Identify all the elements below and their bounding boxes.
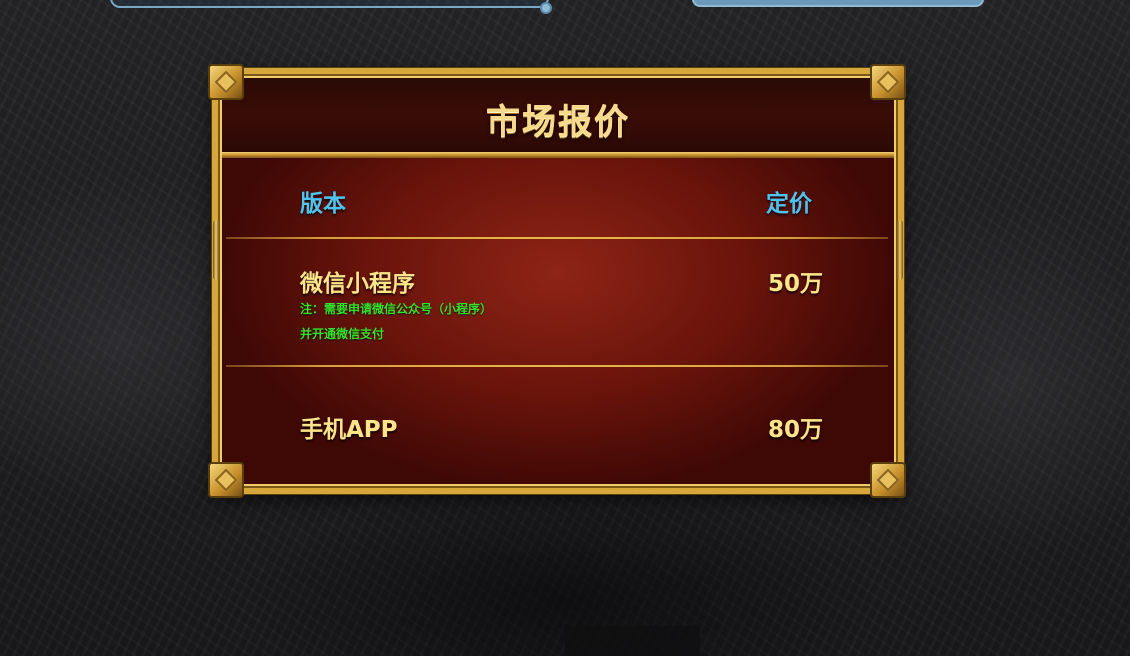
row-divider: [226, 237, 888, 239]
corner-ornament-icon: [870, 462, 906, 498]
background-doorway: [565, 626, 700, 656]
table-header: 版本 定价: [300, 184, 830, 218]
column-header-price: 定价: [766, 191, 812, 217]
top-bar-knob-icon: [540, 2, 552, 14]
column-header-version: 版本: [300, 191, 346, 217]
corner-ornament-icon: [208, 64, 244, 100]
panel-title: 市场报价: [486, 102, 630, 142]
corner-ornament-icon: [208, 462, 244, 498]
item-note: 并开通微信支付: [300, 327, 385, 341]
right-side-grip: [897, 220, 903, 280]
item-name: 微信小程序: [300, 271, 415, 297]
top-right-decorative-bar: [692, 0, 984, 7]
item-name: 手机APP: [300, 417, 398, 443]
top-left-decorative-bar: [110, 0, 549, 8]
item-price: 50万: [768, 271, 824, 297]
row-divider: [226, 365, 888, 367]
item-price: 80万: [768, 417, 824, 443]
corner-ornament-icon: [870, 64, 906, 100]
title-divider: [222, 152, 894, 158]
left-side-grip: [213, 220, 219, 280]
item-note: 注：需要申请微信公众号（小程序）: [300, 302, 493, 316]
